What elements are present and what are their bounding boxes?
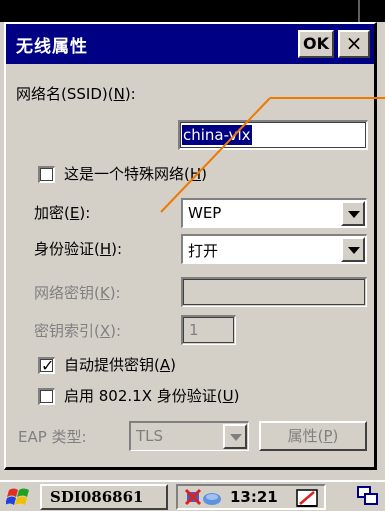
special-network-label: 这是一个特殊网络(H)	[64, 165, 207, 183]
wireless-properties-dialog: 无线属性 OK × 网络名(SSID)(N): china-vlx 这是一个特殊…	[4, 22, 377, 470]
ssid-label: 网络名(SSID)(N):	[16, 85, 136, 103]
eap-type-label: EAP 类型:	[18, 428, 87, 446]
ieee8021x-checkbox[interactable]	[38, 388, 55, 405]
eap-properties-button[interactable]: 属性(P)	[259, 421, 367, 451]
input-panel-icon[interactable]	[296, 488, 320, 508]
chevron-down-icon	[348, 211, 360, 218]
eap-type-dropdown-button[interactable]	[223, 424, 247, 449]
system-tray: 13:21	[176, 484, 326, 510]
key-index-label: 密钥索引(X):	[34, 322, 122, 340]
ssid-value: china-vlx	[182, 125, 252, 145]
encryption-dropdown-button[interactable]	[341, 201, 365, 226]
network-key-input[interactable]	[181, 277, 367, 307]
title-bar: 无线属性 OK ×	[6, 24, 374, 64]
clock[interactable]: 13:21	[230, 488, 278, 506]
task-button[interactable]: SDI086861	[40, 484, 168, 510]
top-strip	[0, 0, 385, 22]
eap-type-select[interactable]: TLS	[129, 421, 249, 451]
top-strip-divider	[358, 0, 360, 22]
dialog-title: 无线属性	[16, 37, 88, 57]
taskbar: SDI086861 13:21	[0, 480, 385, 511]
eap-type-value: TLS	[136, 427, 164, 445]
auto-key-label: 自动提供密钥(A)	[64, 356, 176, 374]
network-key-label: 网络密钥(K):	[34, 284, 121, 302]
close-button[interactable]: ×	[338, 30, 370, 58]
key-index-input[interactable]: 1	[181, 315, 236, 345]
ssid-input[interactable]: china-vlx	[178, 120, 368, 150]
network-icon[interactable]	[184, 488, 224, 508]
ok-button[interactable]: OK	[298, 30, 334, 58]
chevron-down-icon	[348, 247, 360, 254]
screen: 无线属性 OK × 网络名(SSID)(N): china-vlx 这是一个特殊…	[0, 0, 385, 511]
check-icon: ✓	[41, 356, 55, 375]
encryption-value: WEP	[188, 204, 222, 222]
desktop-icon[interactable]	[356, 485, 380, 507]
authentication-dropdown-button[interactable]	[341, 237, 365, 262]
key-index-value: 1	[189, 321, 199, 339]
auto-key-checkbox[interactable]: ✓	[38, 356, 55, 375]
encryption-select[interactable]: WEP	[181, 198, 367, 228]
encryption-label: 加密(E):	[34, 204, 91, 222]
authentication-value: 打开	[188, 242, 219, 260]
special-network-checkbox[interactable]	[38, 166, 55, 183]
ieee8021x-label: 启用 802.1X 身份验证(U)	[64, 387, 240, 405]
chevron-down-icon	[230, 434, 242, 441]
authentication-label: 身份验证(H):	[34, 240, 123, 258]
authentication-select[interactable]: 打开	[181, 234, 367, 264]
windows-start-icon[interactable]	[6, 486, 32, 508]
